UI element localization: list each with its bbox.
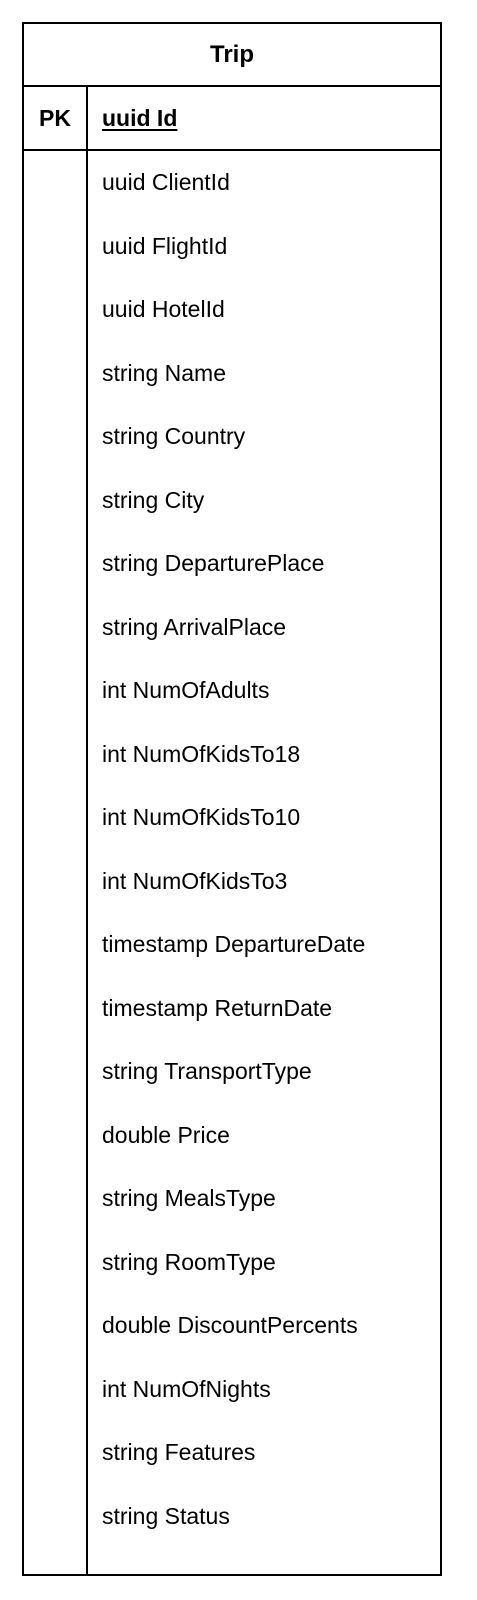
- primary-key-field: uuid Id: [102, 104, 178, 131]
- entity-field: uuid ClientId: [102, 169, 230, 196]
- field-list: uuid ClientId uuid FlightId uuid HotelId st…: [88, 151, 440, 1574]
- entity-field: string TransportType: [102, 1058, 312, 1085]
- entity-field: timestamp DepartureDate: [102, 931, 366, 958]
- entity-field: int NumOfNights: [102, 1375, 271, 1402]
- entity-field: uuid FlightId: [102, 232, 228, 259]
- entity-field: double DiscountPercents: [102, 1312, 358, 1339]
- entity-field: uuid HotelId: [102, 296, 225, 323]
- entity-field: double Price: [102, 1121, 230, 1148]
- entity-field: string MealsType: [102, 1185, 276, 1212]
- entity-field: int NumOfKidsTo10: [102, 804, 301, 831]
- entity-field: string DeparturePlace: [102, 550, 325, 577]
- entity-field: string Status: [102, 1502, 230, 1529]
- entity-field: timestamp ReturnDate: [102, 994, 333, 1021]
- trip-entity-table: Trip PK uuid Id uuid ClientId uuid Flight…: [22, 22, 442, 1576]
- entity-field: string Features: [102, 1439, 256, 1466]
- entity-field: string Country: [102, 423, 246, 450]
- entity-field: int NumOfKidsTo18: [102, 740, 301, 767]
- entity-field: int NumOfKidsTo3: [102, 867, 288, 894]
- entity-field: string City: [102, 486, 205, 513]
- entity-title: Trip: [24, 24, 440, 87]
- entity-field: int NumOfAdults: [102, 677, 270, 704]
- entity-field: string RoomType: [102, 1248, 276, 1275]
- entity-field: string Name: [102, 359, 226, 386]
- entity-field: string ArrivalPlace: [102, 613, 287, 640]
- primary-key-label: PK: [39, 104, 71, 131]
